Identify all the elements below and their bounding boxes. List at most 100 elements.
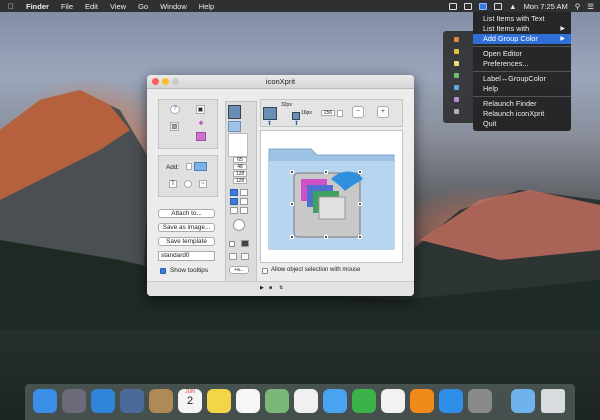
stop-icon[interactable]: ■ <box>269 285 272 291</box>
menu-item-quit[interactable]: Quit <box>473 119 571 129</box>
size-field-1[interactable]: 65 <box>233 157 247 163</box>
attach-to-button[interactable]: Attach to... <box>158 209 215 218</box>
layer-thumb-2[interactable] <box>228 121 241 132</box>
menu-item-preferences[interactable]: Preferences... <box>473 59 571 69</box>
size-field-3[interactable]: 128 <box>233 171 247 177</box>
menu-item-label-groupcolor[interactable]: Label↔GroupColor <box>473 74 571 84</box>
preview-icon[interactable] <box>120 389 144 413</box>
rotation-knob[interactable] <box>233 219 245 231</box>
selection-handle-tm[interactable] <box>324 170 328 174</box>
selection-handle-tl[interactable] <box>290 170 294 174</box>
add-stepper[interactable] <box>186 163 192 170</box>
menu-view[interactable]: View <box>104 2 132 11</box>
copy-icon[interactable]: ▣ <box>196 105 205 114</box>
options-icon[interactable]: ⇅ <box>279 285 283 291</box>
selection-handle-tr[interactable] <box>358 170 362 174</box>
zoom-in-button[interactable]: + <box>377 106 389 118</box>
group-color-swatch[interactable] <box>454 61 459 66</box>
layer-thumb-1[interactable] <box>228 105 241 119</box>
menu-file[interactable]: File <box>55 2 79 11</box>
apple-icon[interactable]:  <box>0 2 20 11</box>
display-icon[interactable] <box>494 2 503 10</box>
align-tool-1[interactable] <box>230 189 238 196</box>
facetime-icon[interactable] <box>352 389 376 413</box>
save-as-image-button[interactable]: Save as image... <box>158 223 215 232</box>
trash-icon[interactable] <box>541 389 565 413</box>
allow-selection-checkbox[interactable] <box>262 268 268 274</box>
reminders-icon[interactable] <box>236 389 260 413</box>
align-tool-3[interactable] <box>230 198 238 205</box>
selection-handle-ml[interactable] <box>290 202 294 206</box>
canvas-size-field[interactable]: 256 <box>321 110 335 116</box>
group-color-swatch[interactable] <box>454 49 459 54</box>
menu-item-relaunch-iconxprit[interactable]: Relaunch iconXprit <box>473 109 571 119</box>
stack-tool[interactable] <box>229 253 237 260</box>
selection-handle-mr[interactable] <box>358 202 362 206</box>
layer-list[interactable] <box>228 133 248 157</box>
save-template-button[interactable]: Save template <box>158 237 215 246</box>
preview-16-icon[interactable] <box>292 112 300 120</box>
size-field-2[interactable]: 48 <box>233 164 247 170</box>
image-tool[interactable] <box>241 253 249 260</box>
selection-handle-bl[interactable] <box>290 235 294 239</box>
align-tool-2[interactable] <box>240 189 248 196</box>
safari-icon[interactable] <box>91 389 115 413</box>
contrast-tool[interactable] <box>241 240 249 247</box>
play-icon[interactable]: ▶ <box>260 285 264 291</box>
launchpad-icon[interactable] <box>62 389 86 413</box>
minimize-button[interactable] <box>162 78 169 85</box>
ibooks-icon[interactable] <box>410 389 434 413</box>
pink-icon[interactable] <box>196 132 206 141</box>
zoom-button[interactable] <box>172 78 179 85</box>
menu-item-help[interactable]: Help <box>473 84 571 94</box>
iconxprit-status-icon[interactable] <box>479 2 488 10</box>
wifi-icon[interactable]: ▲ <box>509 2 516 11</box>
add-icon[interactable]: ✚ <box>196 120 206 129</box>
canvas-size-stepper[interactable] <box>337 110 343 117</box>
status-icon-2[interactable] <box>464 2 473 10</box>
group-color-swatch[interactable] <box>454 97 459 102</box>
selection-handle-br[interactable] <box>358 235 362 239</box>
menu-app-name[interactable]: Finder <box>20 2 55 11</box>
align-tool-5[interactable] <box>230 207 238 214</box>
notification-center-icon[interactable]: ☰ <box>587 2 594 11</box>
group-color-swatch[interactable] <box>454 73 459 78</box>
finder-icon[interactable] <box>33 389 57 413</box>
size-field-4[interactable]: 128 <box>233 178 247 184</box>
photos-icon[interactable] <box>294 389 318 413</box>
menu-help[interactable]: Help <box>193 2 220 11</box>
itunes-icon[interactable] <box>381 389 405 413</box>
icon-canvas[interactable] <box>260 130 403 263</box>
selection-handle-bm[interactable] <box>324 235 328 239</box>
group-color-swatch[interactable] <box>454 37 459 42</box>
text-tool-icon[interactable]: T <box>169 180 177 188</box>
menu-item-add-group-color[interactable]: Add Group Color ▶ <box>473 34 571 44</box>
help-icon[interactable]: ? <box>170 105 180 114</box>
group-color-swatch[interactable] <box>454 109 459 114</box>
menu-go[interactable]: Go <box>132 2 154 11</box>
rotate-icon[interactable] <box>184 180 192 188</box>
align-tool-6[interactable] <box>240 207 248 214</box>
template-name-field[interactable]: standard0 <box>158 251 215 261</box>
search-icon[interactable]: ⚲ <box>575 2 581 11</box>
messages-icon[interactable] <box>323 389 347 413</box>
downloads-folder-icon[interactable] <box>511 389 535 413</box>
menu-item-open-editor[interactable]: Open Editor <box>473 49 571 59</box>
menu-edit[interactable]: Edit <box>79 2 104 11</box>
more-button[interactable]: +a... <box>229 266 249 274</box>
warning-tool[interactable] <box>240 198 248 205</box>
preview-32-icon[interactable] <box>263 107 277 120</box>
menu-item-list-items-with-text[interactable]: List Items with Text <box>473 14 571 24</box>
show-tooltips-checkbox[interactable] <box>160 268 166 274</box>
menu-window[interactable]: Window <box>154 2 193 11</box>
folder-icon[interactable] <box>194 162 207 171</box>
group-color-swatch[interactable] <box>454 85 459 90</box>
zoom-out-button[interactable]: − <box>352 106 364 118</box>
clock[interactable]: Mon 7:25 AM <box>524 2 568 11</box>
middle-checkbox[interactable] <box>229 241 235 247</box>
contacts-icon[interactable] <box>149 389 173 413</box>
notes-icon[interactable] <box>207 389 231 413</box>
calendar-icon[interactable]: JUN 2 <box>178 389 202 413</box>
trash-icon[interactable]: ▧ <box>170 122 179 131</box>
menu-item-list-items-with[interactable]: List Items with ▶ <box>473 24 571 34</box>
